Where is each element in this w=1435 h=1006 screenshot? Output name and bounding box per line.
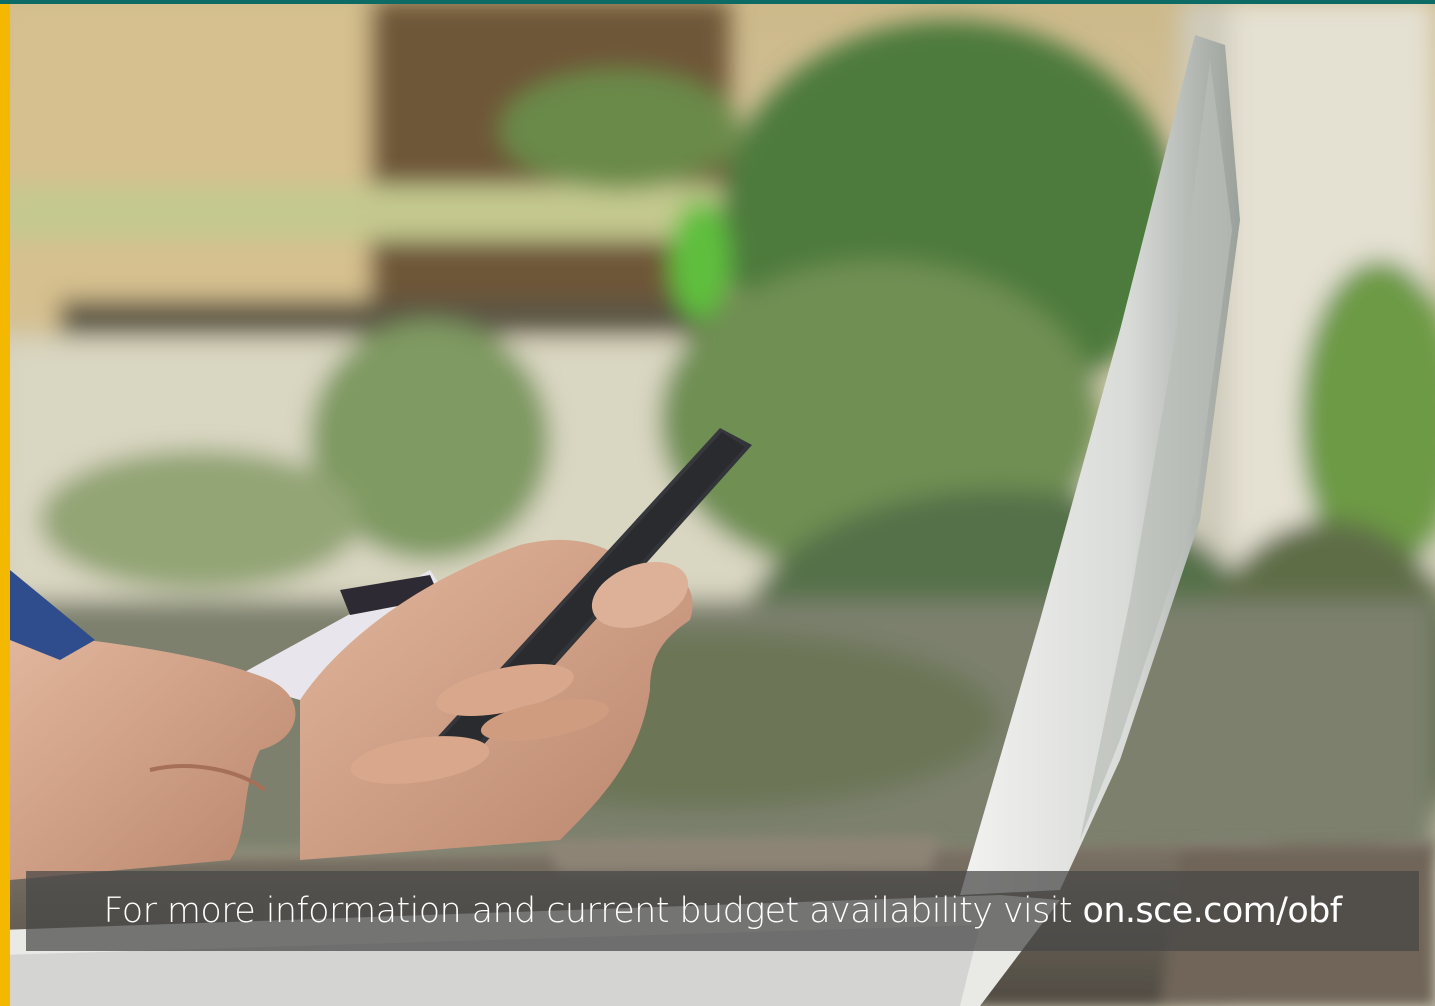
background-photo bbox=[0, 0, 1435, 1006]
caption-link[interactable]: on.sce.com/obf bbox=[1083, 891, 1343, 931]
left-accent-bar bbox=[0, 0, 10, 1006]
slide: For more information and current budget … bbox=[0, 0, 1435, 1006]
top-accent-bar bbox=[0, 0, 1435, 4]
caption-message: For more information and current budget … bbox=[103, 891, 1073, 931]
caption-text: For more information and current budget … bbox=[103, 891, 1343, 931]
caption-banner: For more information and current budget … bbox=[26, 871, 1419, 951]
